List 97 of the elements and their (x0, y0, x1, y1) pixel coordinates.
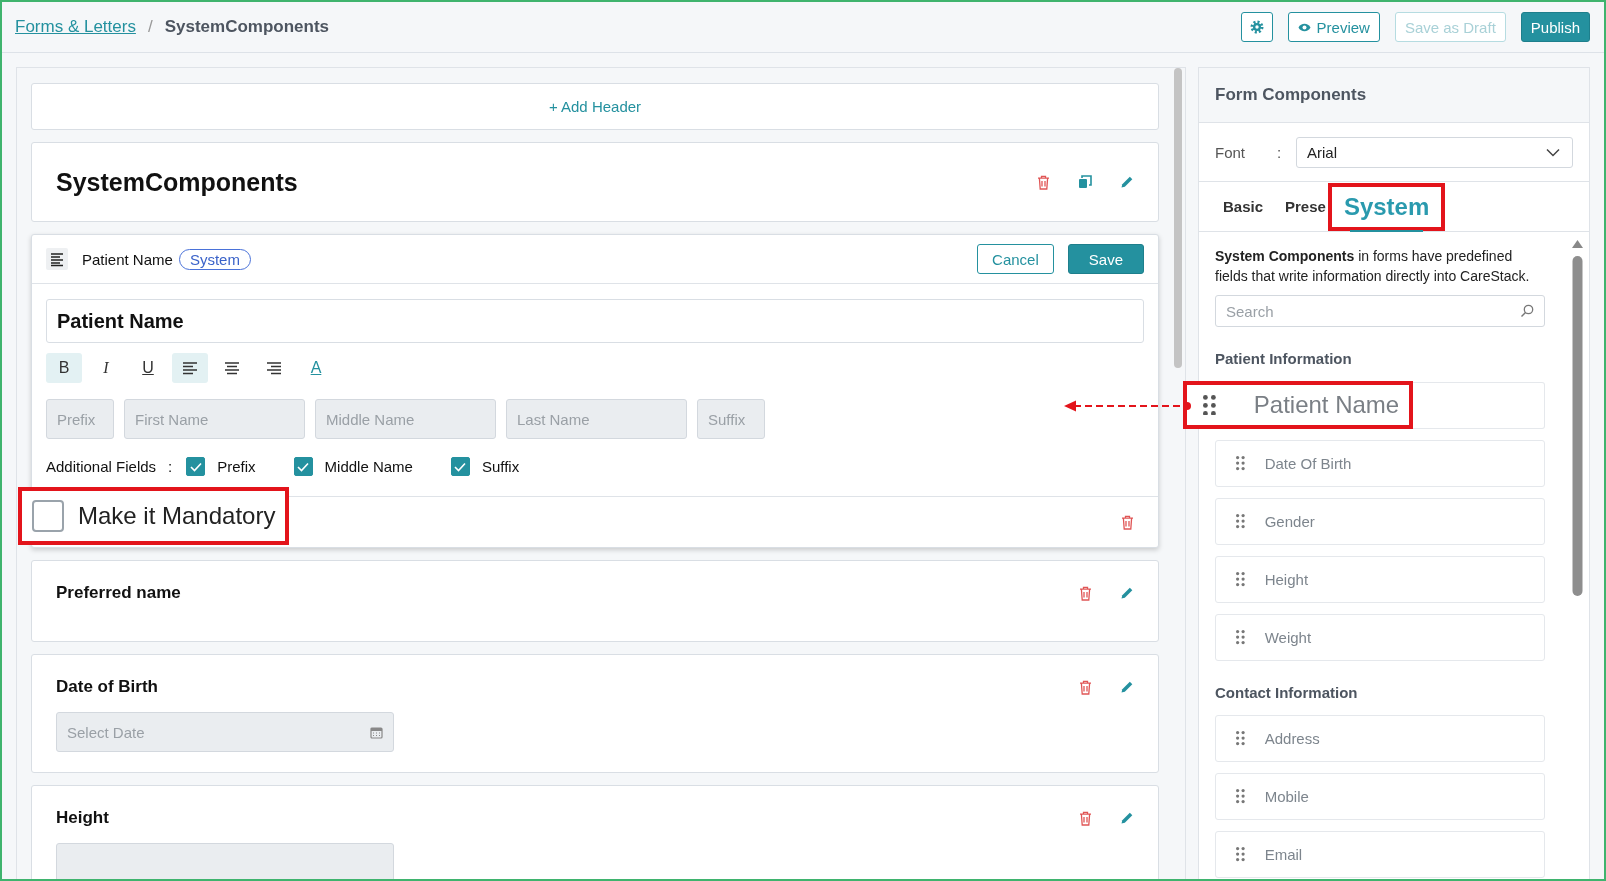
breadcrumb-link[interactable]: Forms & Letters (15, 17, 136, 37)
component-label: Patient Name (1253, 391, 1400, 419)
component-label: Weight (1264, 629, 1312, 646)
pencil-icon[interactable] (1120, 175, 1134, 189)
settings-icon (1249, 20, 1264, 34)
tab[interactable]: Basic (1223, 182, 1264, 231)
name-input: Suffix (697, 399, 765, 439)
group-title: Contact Information (1215, 684, 1359, 701)
component-label: Gender (1264, 513, 1315, 530)
checkmark-icon (188, 460, 203, 473)
checkbox[interactable] (450, 457, 470, 476)
format-button[interactable]: U (130, 353, 166, 383)
field-title: Date of Birth (56, 677, 158, 697)
chevron-down-icon (1546, 147, 1560, 157)
form-title: SystemComponents (56, 167, 298, 197)
copy-icon[interactable] (1078, 175, 1092, 189)
publish-button[interactable]: Publish (1520, 12, 1590, 42)
align-left-button[interactable] (172, 353, 208, 383)
drag-handle-icon[interactable] (1236, 456, 1245, 471)
drag-handle-icon[interactable] (1236, 572, 1245, 587)
name-input: Prefix (46, 399, 114, 439)
search-field[interactable]: Search (1215, 295, 1545, 327)
settings-button[interactable] (1240, 12, 1273, 42)
add-header-button[interactable]: + Add Header (31, 83, 1159, 130)
format-button[interactable]: I (88, 353, 124, 383)
trash-icon[interactable] (1079, 810, 1092, 826)
checkbox[interactable] (186, 457, 206, 476)
calendar-icon (370, 725, 383, 739)
breadcrumb-current: SystemComponents (164, 17, 330, 37)
name-input: First Name (124, 399, 305, 439)
colon: : (1277, 143, 1283, 161)
checkbox-label: Make it Mandatory (78, 502, 276, 530)
field-title: Preferred name (56, 583, 181, 603)
checkbox-label: Middle Name (324, 458, 413, 475)
field-title: Height (56, 808, 109, 828)
breadcrumb-separator: / (147, 17, 153, 37)
component-item[interactable]: Gender (1215, 498, 1545, 545)
format-button[interactable]: B (46, 353, 82, 383)
component-item[interactable]: Email (1215, 831, 1545, 878)
component-item[interactable]: Mobile (1215, 773, 1545, 820)
align-center-icon (223, 360, 241, 376)
trash-icon[interactable] (1079, 679, 1092, 695)
trash-icon[interactable] (1121, 514, 1134, 530)
font-value: Arial (1307, 143, 1337, 161)
format-button[interactable]: A (298, 353, 334, 383)
drag-handle-icon[interactable] (1236, 847, 1245, 862)
font-label: Font (1215, 143, 1246, 161)
panel-title: Form Components (1199, 68, 1589, 123)
checkbox[interactable] (293, 457, 313, 476)
component-item[interactable]: Height (1215, 556, 1545, 603)
drag-handle-icon[interactable] (1236, 731, 1245, 746)
pencil-icon[interactable] (1120, 811, 1134, 825)
component-type: Patient Name (82, 250, 173, 268)
checkbox-label: Suffix (481, 458, 520, 475)
trash-icon[interactable] (1037, 174, 1050, 190)
scrollbar[interactable] (1174, 68, 1182, 368)
date-field[interactable]: Select Date (56, 712, 394, 752)
placeholder-text: Search (1226, 302, 1274, 320)
colon: : (168, 458, 173, 475)
paragraph-icon (46, 248, 68, 270)
component-item[interactable]: Weight (1215, 614, 1545, 661)
eye-icon (1297, 22, 1311, 32)
font-select[interactable]: Arial (1296, 136, 1573, 168)
trash-icon[interactable] (1079, 585, 1092, 601)
align-right-icon (265, 360, 283, 376)
group-title: Patient Information (1215, 350, 1353, 367)
pencil-icon[interactable] (1120, 586, 1134, 600)
height-field[interactable] (56, 843, 394, 879)
component-label: Date Of Birth (1264, 455, 1352, 472)
additional-fields-label: Additional Fields (46, 458, 157, 475)
component-label: Email (1264, 846, 1303, 863)
pencil-icon[interactable] (1120, 680, 1134, 694)
component-label: Mobile (1264, 788, 1309, 805)
checkbox[interactable] (32, 500, 64, 532)
cancel-button[interactable]: Cancel (977, 244, 1054, 274)
name-input: Middle Name (315, 399, 496, 439)
search-icon (1520, 304, 1534, 318)
checkmark-icon (296, 460, 311, 473)
name-input: Last Name (506, 399, 687, 439)
title-input[interactable]: Patient Name (46, 299, 1144, 343)
drag-handle-icon[interactable] (1236, 789, 1245, 804)
component-item[interactable]: Date Of Birth (1215, 440, 1545, 487)
description: System Components in forms have predefined fields that write information directly into CareStack. (1215, 247, 1531, 286)
drag-handle-icon[interactable] (1236, 514, 1245, 529)
placeholder-text: Select Date (67, 723, 145, 741)
checkmark-icon (453, 460, 468, 473)
tab[interactable]: Prese (1285, 182, 1326, 231)
tab[interactable]: System (1327, 182, 1446, 231)
component-label: Height (1264, 571, 1309, 588)
drag-handle-icon[interactable] (1236, 630, 1245, 645)
component-item[interactable]: Address (1215, 715, 1545, 762)
preview-button[interactable]: Preview (1287, 12, 1380, 42)
save-button[interactable]: Save (1067, 244, 1144, 274)
checkbox-label: Prefix (217, 458, 256, 475)
drag-handle-icon[interactable] (1203, 394, 1216, 416)
component-label: Address (1264, 730, 1320, 747)
align-left-icon (181, 360, 199, 376)
